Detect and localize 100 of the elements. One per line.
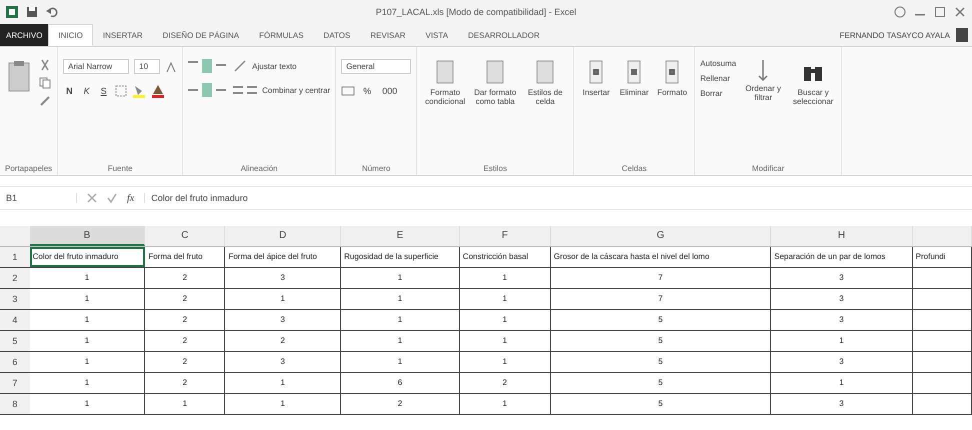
row-header[interactable]: 5 (0, 331, 30, 351)
styles-button[interactable]: Estilos de celda (522, 59, 568, 106)
name-box[interactable]: B1 (0, 193, 77, 203)
styles-icon (484, 59, 506, 85)
edit-button[interactable]: Borrar (700, 89, 736, 98)
help-icon[interactable] (894, 6, 906, 18)
table-cell: 3 (771, 289, 913, 309)
edit-button[interactable]: Autosuma (700, 59, 736, 68)
table-cell: 1 (460, 289, 551, 309)
undo-icon[interactable] (46, 6, 58, 18)
sort-icon (758, 59, 768, 81)
font-size-field[interactable]: 10 (134, 59, 160, 74)
ribbon-tab[interactable]: INSERTAR (92, 24, 153, 46)
column-header[interactable]: F (460, 226, 551, 246)
table-cell: 2 (145, 331, 226, 351)
font-color-icon[interactable] (150, 84, 165, 98)
cancel-icon[interactable] (87, 193, 97, 203)
cells-icon (663, 59, 682, 85)
thousands-button[interactable]: 000 (379, 85, 400, 97)
ribbon-tab[interactable]: FÓRMULAS (249, 24, 314, 46)
wrap-text-button[interactable]: Ajustar texto (252, 62, 297, 70)
account-name[interactable]: FERNANDO TASAYCO AYALA (840, 30, 950, 40)
table-cell: 1 (460, 394, 551, 414)
table-cell: 1 (30, 310, 146, 330)
group-label: Número (360, 164, 392, 173)
brush-icon[interactable] (39, 95, 51, 107)
table-cell: 7 (550, 289, 772, 309)
table-cell: 1 (225, 289, 342, 309)
column-header[interactable]: E (341, 226, 460, 246)
row-header[interactable]: 8 (0, 394, 30, 414)
ribbon-tab[interactable]: REVISAR (360, 24, 416, 46)
column-header[interactable]: H (771, 226, 913, 246)
row-header[interactable]: 1 (0, 247, 30, 267)
row-header[interactable]: 6 (0, 352, 30, 372)
cells-button[interactable]: Eliminar (617, 59, 652, 97)
number-format-field[interactable]: General (341, 59, 412, 74)
table-cell: 7 (550, 268, 772, 288)
save-icon[interactable] (26, 6, 38, 18)
table-cell: 1 (30, 394, 146, 414)
column-header[interactable]: C (145, 226, 226, 246)
close-icon[interactable] (954, 6, 966, 18)
row-header[interactable]: 7 (0, 373, 30, 393)
table-cell: 1 (341, 331, 460, 351)
table-cell: 1 (460, 268, 551, 288)
ribbon-tab[interactable]: DESARROLLADOR (458, 24, 550, 46)
table-cell: 2 (225, 331, 342, 351)
table-cell: 3 (771, 268, 913, 288)
align-top-icon[interactable] (188, 59, 228, 73)
grow-font-icon[interactable] (165, 60, 178, 72)
cells-button[interactable]: Formato (655, 59, 690, 97)
cut-icon[interactable] (39, 59, 51, 71)
styles-button[interactable]: Formato condicional (422, 59, 468, 106)
edit-button[interactable]: Ordenar y filtrar (740, 59, 786, 102)
italic-button[interactable]: K (80, 85, 93, 97)
edit-button[interactable]: Buscar y seleccionar (790, 59, 836, 106)
group-label: Fuente (106, 164, 134, 173)
table-cell: 1 (145, 394, 226, 414)
merge-center-button[interactable]: Combinar y centrar (262, 86, 330, 94)
maximize-icon[interactable] (934, 6, 946, 18)
check-icon[interactable] (107, 193, 117, 203)
bold-button[interactable]: N (63, 85, 76, 97)
table-cell: 1 (30, 268, 146, 288)
table-cell: 2 (145, 310, 226, 330)
underline-button[interactable]: S (98, 85, 110, 97)
percent-button[interactable]: % (360, 85, 374, 97)
column-header[interactable]: G (550, 226, 772, 246)
copy-icon[interactable] (39, 77, 51, 89)
ribbon-tab[interactable]: INICIO (48, 24, 93, 46)
ribbon-tab[interactable]: DATOS (314, 24, 360, 46)
ribbon-tab[interactable]: DISEÑO DE PÁGINA (152, 24, 250, 46)
insert-function-button[interactable]: fx (127, 192, 134, 204)
currency-icon[interactable] (341, 84, 356, 98)
borders-icon[interactable] (114, 85, 127, 97)
styles-icon (434, 59, 456, 85)
table-cell: 1 (341, 310, 460, 330)
row-header[interactable]: 3 (0, 289, 30, 309)
header-cell: Color del fruto inmaduro (30, 247, 146, 267)
table-cell: 3 (225, 352, 342, 372)
styles-button[interactable]: Dar formato como tabla (472, 59, 518, 106)
ribbon-tab[interactable]: VISTA (416, 24, 458, 46)
row-header[interactable]: 4 (0, 310, 30, 330)
cells-button[interactable]: Insertar (579, 59, 614, 97)
table-cell: 1 (225, 373, 342, 393)
font-name-field[interactable]: Arial Narrow (63, 59, 130, 74)
indent-icon[interactable] (233, 83, 258, 97)
table-cell: 5 (550, 373, 772, 393)
column-header[interactable]: B (30, 226, 146, 246)
excel-icon[interactable] (6, 6, 18, 18)
row-header[interactable]: 2 (0, 268, 30, 288)
formula-field[interactable]: Color del fruto inmaduro (144, 193, 972, 203)
column-header[interactable]: D (225, 226, 342, 246)
align-center-icon[interactable] (188, 83, 228, 97)
orientation-icon[interactable] (233, 59, 248, 73)
header-cell: Forma del fruto (145, 247, 226, 267)
edit-button[interactable]: Rellenar (700, 74, 736, 83)
header-cell: Grosor de la cáscara hasta el nivel del lomo (550, 247, 772, 267)
table-cell: 1 (341, 268, 460, 288)
file-tab[interactable]: ARCHIVO (0, 24, 48, 46)
table-cell: 1 (460, 310, 551, 330)
fill-color-icon[interactable] (132, 84, 146, 98)
